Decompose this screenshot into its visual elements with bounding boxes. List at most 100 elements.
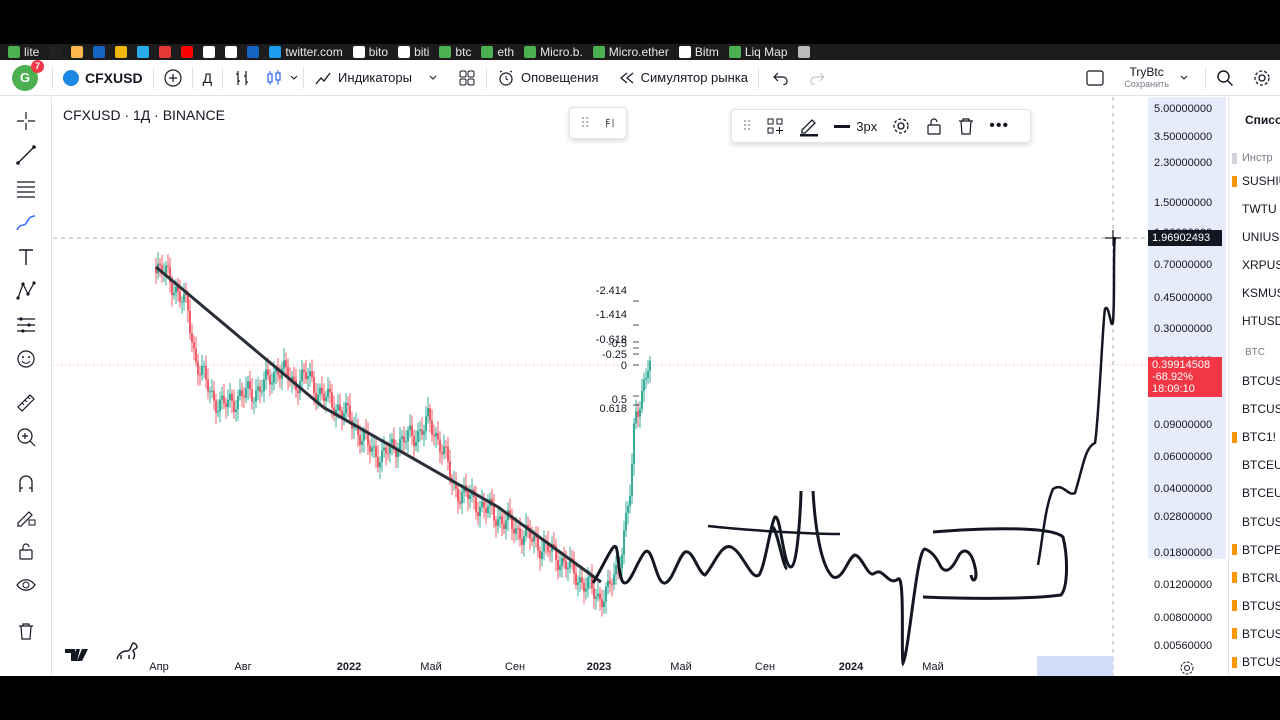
watchlist-row[interactable]: BTCEU [1229, 453, 1280, 477]
chart-pane[interactable]: CFXUSD · 1Д · BINANCE ⠿ ⠿ 3px ••• -2.414… [53, 97, 1148, 676]
fib-tool[interactable] [12, 175, 40, 203]
watchlist-row[interactable]: XRPUS [1229, 253, 1280, 277]
interval-button[interactable]: Д [193, 60, 222, 96]
remove-drawings-tool[interactable] [12, 617, 40, 645]
symbol-search-button[interactable]: CFXUSD [53, 60, 153, 96]
magnet-tool[interactable] [12, 469, 40, 497]
watchlist-row[interactable]: BTCUS [1229, 369, 1280, 393]
layout-toggle-button[interactable] [1076, 60, 1114, 96]
flag-icon[interactable] [1232, 544, 1237, 556]
flag-icon[interactable] [1232, 204, 1237, 215]
flag-icon[interactable] [1232, 431, 1237, 443]
crosshair-tool[interactable] [12, 107, 40, 135]
watchlist-row[interactable]: BTCEU [1229, 481, 1280, 505]
flag-icon[interactable] [1232, 488, 1237, 499]
replay-button[interactable]: Симулятор рынка [609, 60, 758, 96]
trend-line[interactable] [155, 265, 602, 584]
bookmark-item[interactable] [797, 46, 810, 58]
search-button[interactable] [1206, 60, 1244, 96]
time-axis[interactable]: Апр Авг 2022 Май Сен 2023 Май Сен 2024 Май [53, 656, 1148, 676]
bookmark-item[interactable]: lite [8, 45, 39, 59]
bookmark-item[interactable]: twitter.com [269, 45, 343, 59]
chevron-down-icon[interactable] [1179, 73, 1189, 83]
redo-button[interactable] [803, 60, 831, 96]
indicators-button[interactable]: Индикаторы [304, 60, 448, 96]
bookmark-item[interactable]: biti [398, 45, 429, 59]
hand-drawn-wave[interactable] [591, 490, 978, 667]
flag-icon[interactable] [1232, 460, 1237, 471]
watchlist-row[interactable]: BTCRU [1229, 566, 1280, 590]
bookmark-item[interactable] [93, 46, 106, 58]
icons-tool[interactable] [12, 345, 40, 373]
flag-icon[interactable] [1232, 376, 1237, 387]
select-all-checkbox[interactable] [1232, 152, 1237, 164]
watchlist-section-header[interactable]: BTC [1245, 347, 1265, 358]
watchlist-row[interactable]: BTCPE [1229, 538, 1280, 562]
bookmark-item[interactable] [49, 46, 62, 58]
bookmark-item[interactable] [115, 46, 128, 58]
flag-icon[interactable] [1232, 260, 1237, 271]
ruler-tool[interactable] [12, 389, 40, 417]
hand-drawn-projection[interactable] [1036, 236, 1117, 566]
watchlist-row[interactable]: SUSHIU [1229, 169, 1280, 193]
chart-type-button[interactable] [261, 60, 303, 96]
bookmark-item[interactable] [71, 46, 84, 58]
bookmark-item[interactable]: eth [481, 45, 514, 59]
bookmark-item[interactable] [247, 46, 260, 58]
price-axis[interactable]: 5.00000000 3.50000000 2.30000000 1.50000000… [1148, 97, 1226, 676]
hand-drawn-box[interactable] [922, 527, 1068, 600]
flag-icon[interactable] [1232, 316, 1237, 327]
bookmark-item[interactable] [225, 46, 238, 58]
bookmark-item[interactable] [159, 46, 172, 58]
axis-settings-icon[interactable] [1179, 660, 1195, 676]
watchlist-row[interactable]: BTCUS [1229, 594, 1280, 618]
flag-icon[interactable] [1232, 232, 1237, 243]
undo-button[interactable] [759, 60, 803, 96]
bookmark-item[interactable] [203, 46, 216, 58]
trend-line-tool[interactable] [12, 141, 40, 169]
brush-tool[interactable] [12, 209, 40, 237]
flag-icon[interactable] [1232, 628, 1237, 640]
bookmark-item[interactable]: bito [352, 45, 388, 59]
price-chart[interactable] [53, 97, 1148, 676]
layout-save-button[interactable]: TryBtc Сохранить [1114, 60, 1179, 96]
lock-drawings-tool[interactable] [12, 537, 40, 565]
flag-icon[interactable] [1232, 288, 1237, 299]
flag-icon[interactable] [1232, 404, 1237, 415]
watchlist-row[interactable]: BTCUS [1229, 397, 1280, 421]
flag-icon[interactable] [1232, 656, 1237, 668]
watchlist-row[interactable]: BTC1! [1229, 425, 1280, 449]
bookmark-item[interactable]: Bitm [678, 45, 719, 59]
zoom-tool[interactable] [12, 423, 40, 451]
watchlist-row[interactable]: TWTU [1229, 197, 1280, 221]
text-tool[interactable] [12, 243, 40, 271]
watchlist-row[interactable]: UNIUS [1229, 225, 1280, 249]
stay-drawing-tool[interactable] [12, 503, 40, 531]
watchlist-row[interactable]: BTCUS [1229, 510, 1280, 534]
flag-icon[interactable] [1232, 600, 1237, 612]
watchlist-row[interactable]: KSMUS [1229, 281, 1280, 305]
templates-button[interactable] [448, 60, 486, 96]
bookmark-item[interactable]: Micro.ether [592, 45, 669, 59]
forecast-tool[interactable] [12, 311, 40, 339]
bookmark-item[interactable]: Liq Map [728, 45, 788, 59]
watchlist-row[interactable]: BTCUS [1229, 650, 1280, 674]
pattern-tool[interactable] [12, 277, 40, 305]
hide-drawings-tool[interactable] [12, 571, 40, 599]
candle-body [635, 411, 637, 424]
compare-add-symbol-button[interactable] [154, 60, 192, 96]
bookmark-item[interactable]: Micro.b. [524, 45, 583, 59]
bookmark-item[interactable]: btc [439, 45, 471, 59]
watchlist-row[interactable]: BTCUS [1229, 622, 1280, 646]
bar-style-button[interactable] [223, 60, 261, 96]
flag-icon[interactable] [1232, 572, 1237, 584]
watchlist-row[interactable]: HTUSD [1229, 309, 1280, 333]
flag-icon[interactable] [1232, 516, 1237, 527]
bookmark-item[interactable] [181, 46, 194, 58]
candle-body [197, 361, 199, 375]
user-avatar[interactable]: G 7 [12, 60, 44, 91]
bookmark-item[interactable] [137, 46, 150, 58]
flag-icon[interactable] [1232, 175, 1237, 187]
settings-button[interactable] [1244, 60, 1280, 96]
alerts-button[interactable]: Оповещения [487, 60, 609, 96]
